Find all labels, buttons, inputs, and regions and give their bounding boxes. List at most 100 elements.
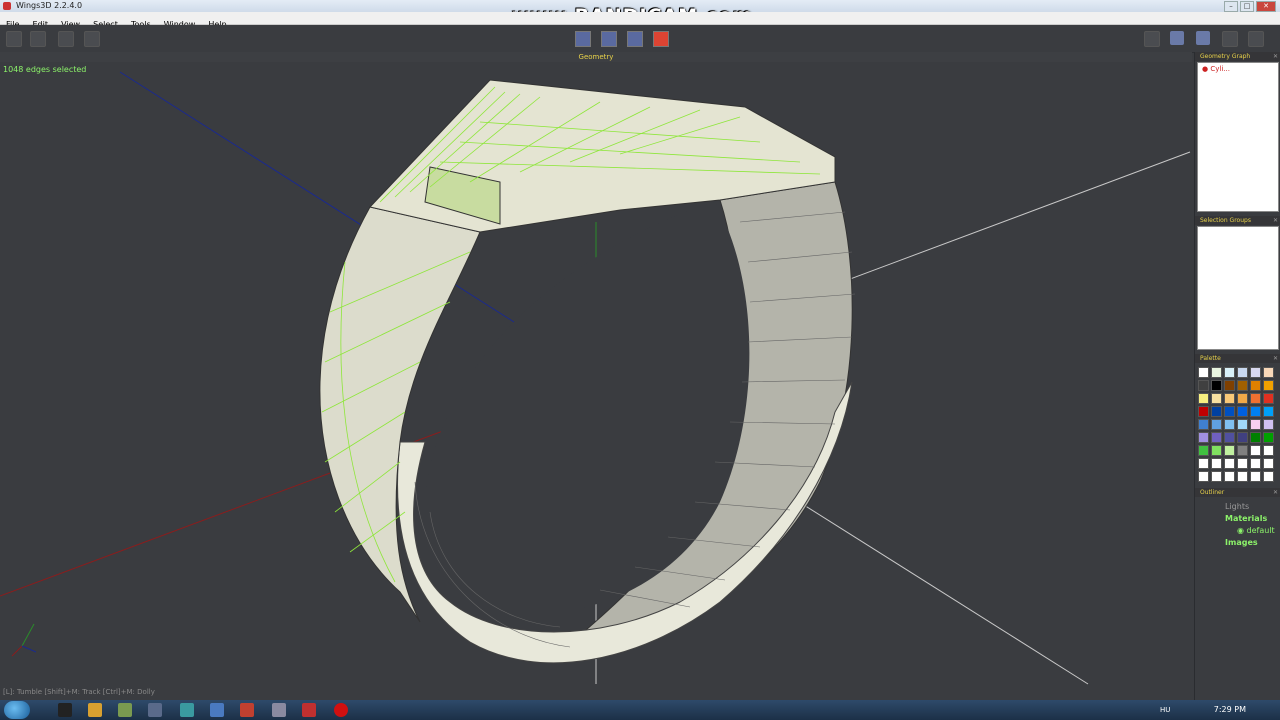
palette-swatch[interactable]	[1224, 458, 1235, 469]
palette-swatch[interactable]	[1198, 380, 1209, 391]
palette-swatch[interactable]	[1211, 445, 1222, 456]
cmd-icon[interactable]	[58, 703, 72, 717]
geometry-item-cylinder[interactable]: ● Cyli...	[1198, 63, 1278, 75]
app3-icon[interactable]	[240, 703, 254, 717]
palette-swatch[interactable]	[1198, 367, 1209, 378]
palette-swatch[interactable]	[1263, 458, 1274, 469]
ortho-icon[interactable]	[1222, 31, 1238, 47]
smooth-preview-icon[interactable]	[1170, 31, 1184, 45]
palette-swatch[interactable]	[1224, 380, 1235, 391]
redo-icon[interactable]	[84, 31, 100, 47]
browser-icon[interactable]	[180, 703, 194, 717]
palette-swatch[interactable]	[1224, 393, 1235, 404]
face-mode-icon[interactable]	[627, 31, 643, 47]
palette-swatch[interactable]	[1224, 419, 1235, 430]
palette-swatch[interactable]	[1250, 432, 1261, 443]
palette-swatch[interactable]	[1198, 471, 1209, 482]
palette-swatch[interactable]	[1263, 380, 1274, 391]
vertex-mode-icon[interactable]	[575, 31, 591, 47]
palette-swatch[interactable]	[1211, 380, 1222, 391]
palette-swatch[interactable]	[1237, 458, 1248, 469]
geometry-viewport[interactable]: 1048 edges selected [L]: Tumble [Shift]+…	[0, 62, 1194, 700]
close-icon[interactable]: ✕	[1273, 354, 1278, 363]
close-icon[interactable]: ✕	[1273, 52, 1278, 61]
palette-swatch[interactable]	[1263, 393, 1274, 404]
palette-swatch[interactable]	[1224, 471, 1235, 482]
palette-swatch[interactable]	[1198, 406, 1209, 417]
palette-swatch[interactable]	[1224, 367, 1235, 378]
outliner-material-default[interactable]: ◉ default	[1197, 525, 1279, 537]
palette-swatch[interactable]	[1237, 406, 1248, 417]
paint-icon[interactable]	[88, 703, 102, 717]
open-icon[interactable]	[30, 31, 46, 47]
wings3d-task-icon[interactable]	[302, 703, 316, 717]
palette-swatch[interactable]	[1211, 419, 1222, 430]
palette-swatch[interactable]	[1250, 380, 1261, 391]
palette-swatch[interactable]	[1263, 367, 1274, 378]
palette-swatch[interactable]	[1237, 445, 1248, 456]
palette-swatch[interactable]	[1211, 393, 1222, 404]
palette-swatch[interactable]	[1263, 419, 1274, 430]
close-icon[interactable]: ✕	[1273, 216, 1278, 225]
triad-y	[21, 623, 35, 647]
palette-swatch[interactable]	[1237, 432, 1248, 443]
palette-swatch[interactable]	[1211, 432, 1222, 443]
palette-swatch[interactable]	[1250, 406, 1261, 417]
palette-swatch[interactable]	[1198, 445, 1209, 456]
outliner-title: Outliner	[1200, 489, 1225, 496]
triad-z	[21, 645, 37, 653]
palette-swatch[interactable]	[1250, 471, 1261, 482]
maximize-button[interactable]: □	[1240, 1, 1254, 12]
close-icon[interactable]: ✕	[1273, 488, 1278, 497]
palette-swatch[interactable]	[1198, 419, 1209, 430]
palette-swatch[interactable]	[1250, 367, 1261, 378]
undo-icon[interactable]	[58, 31, 74, 47]
minimize-button[interactable]: –	[1224, 1, 1238, 12]
app-icon[interactable]	[148, 703, 162, 717]
palette-swatch[interactable]	[1211, 406, 1222, 417]
outliner-lights[interactable]: Lights	[1197, 501, 1279, 513]
body-mode-icon[interactable]	[653, 31, 669, 47]
palette-swatch[interactable]	[1211, 367, 1222, 378]
palette-swatch[interactable]	[1237, 367, 1248, 378]
palette-swatch[interactable]	[1263, 432, 1274, 443]
perspective-icon[interactable]	[1144, 31, 1160, 47]
start-button[interactable]	[4, 701, 30, 719]
palette-swatch[interactable]	[1237, 380, 1248, 391]
outliner-images[interactable]: Images	[1197, 537, 1279, 549]
camera-icon[interactable]	[1248, 31, 1264, 47]
palette-swatch[interactable]	[1250, 445, 1261, 456]
palette-swatch[interactable]	[1250, 393, 1261, 404]
palette-swatch[interactable]	[1237, 471, 1248, 482]
palette-grid	[1195, 363, 1280, 486]
language-indicator[interactable]: HU	[1160, 700, 1170, 720]
palette-swatch[interactable]	[1263, 445, 1274, 456]
wireframe-icon[interactable]	[1196, 31, 1210, 45]
system-clock[interactable]: 7:29 PM	[1214, 700, 1246, 720]
palette-swatch[interactable]	[1263, 406, 1274, 417]
palette-swatch[interactable]	[1224, 432, 1235, 443]
new-icon[interactable]	[6, 31, 22, 47]
selection-status: 1048 edges selected	[3, 65, 87, 74]
app2-icon[interactable]	[210, 703, 224, 717]
palette-header: Palette ✕	[1195, 354, 1280, 363]
palette-swatch[interactable]	[1211, 458, 1222, 469]
palette-swatch[interactable]	[1198, 432, 1209, 443]
palette-swatch[interactable]	[1198, 458, 1209, 469]
palette-swatch[interactable]	[1237, 419, 1248, 430]
right-panel: Geometry Graph ✕ ● Cyli... Selection Grou…	[1194, 52, 1280, 700]
palette-swatch[interactable]	[1198, 393, 1209, 404]
palette-swatch[interactable]	[1237, 393, 1248, 404]
palette-swatch[interactable]	[1250, 419, 1261, 430]
record-icon[interactable]	[334, 703, 348, 717]
palette-swatch[interactable]	[1224, 406, 1235, 417]
app4-icon[interactable]	[272, 703, 286, 717]
palette-swatch[interactable]	[1263, 471, 1274, 482]
palette-swatch[interactable]	[1250, 458, 1261, 469]
outliner-materials[interactable]: Materials	[1197, 513, 1279, 525]
tool-icon[interactable]	[118, 703, 132, 717]
palette-swatch[interactable]	[1224, 445, 1235, 456]
palette-swatch[interactable]	[1211, 471, 1222, 482]
close-button[interactable]: ✕	[1256, 1, 1276, 12]
edge-mode-icon[interactable]	[601, 31, 617, 47]
